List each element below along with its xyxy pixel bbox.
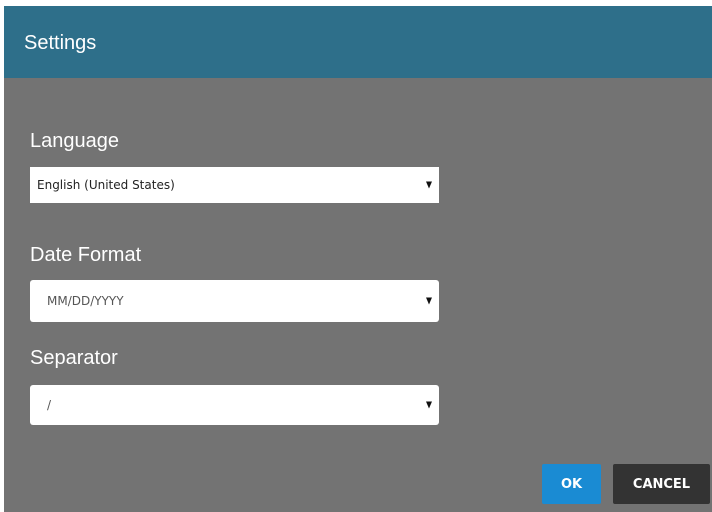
language-select[interactable]: English (United States) bbox=[30, 167, 439, 203]
dropdown-arrow-icon bbox=[426, 401, 432, 409]
language-value: English (United States) bbox=[37, 178, 175, 192]
date-format-select[interactable]: MM/DD/YYYY bbox=[30, 280, 439, 322]
date-format-label: Date Format bbox=[30, 244, 142, 266]
ok-button[interactable]: OK bbox=[542, 464, 601, 504]
separator-value: / bbox=[47, 398, 52, 412]
date-format-value: MM/DD/YYYY bbox=[47, 294, 124, 308]
dropdown-arrow-icon bbox=[426, 297, 432, 305]
separator-label: Separator bbox=[30, 347, 118, 369]
separator-select[interactable]: / bbox=[30, 385, 439, 425]
dropdown-arrow-icon bbox=[426, 181, 432, 189]
settings-dialog: Settings Language English (United States… bbox=[4, 6, 712, 512]
dialog-title: Settings bbox=[24, 32, 97, 54]
dialog-titlebar: Settings bbox=[4, 6, 712, 78]
cancel-button[interactable]: CANCEL bbox=[613, 464, 710, 504]
language-label: Language bbox=[30, 130, 119, 152]
